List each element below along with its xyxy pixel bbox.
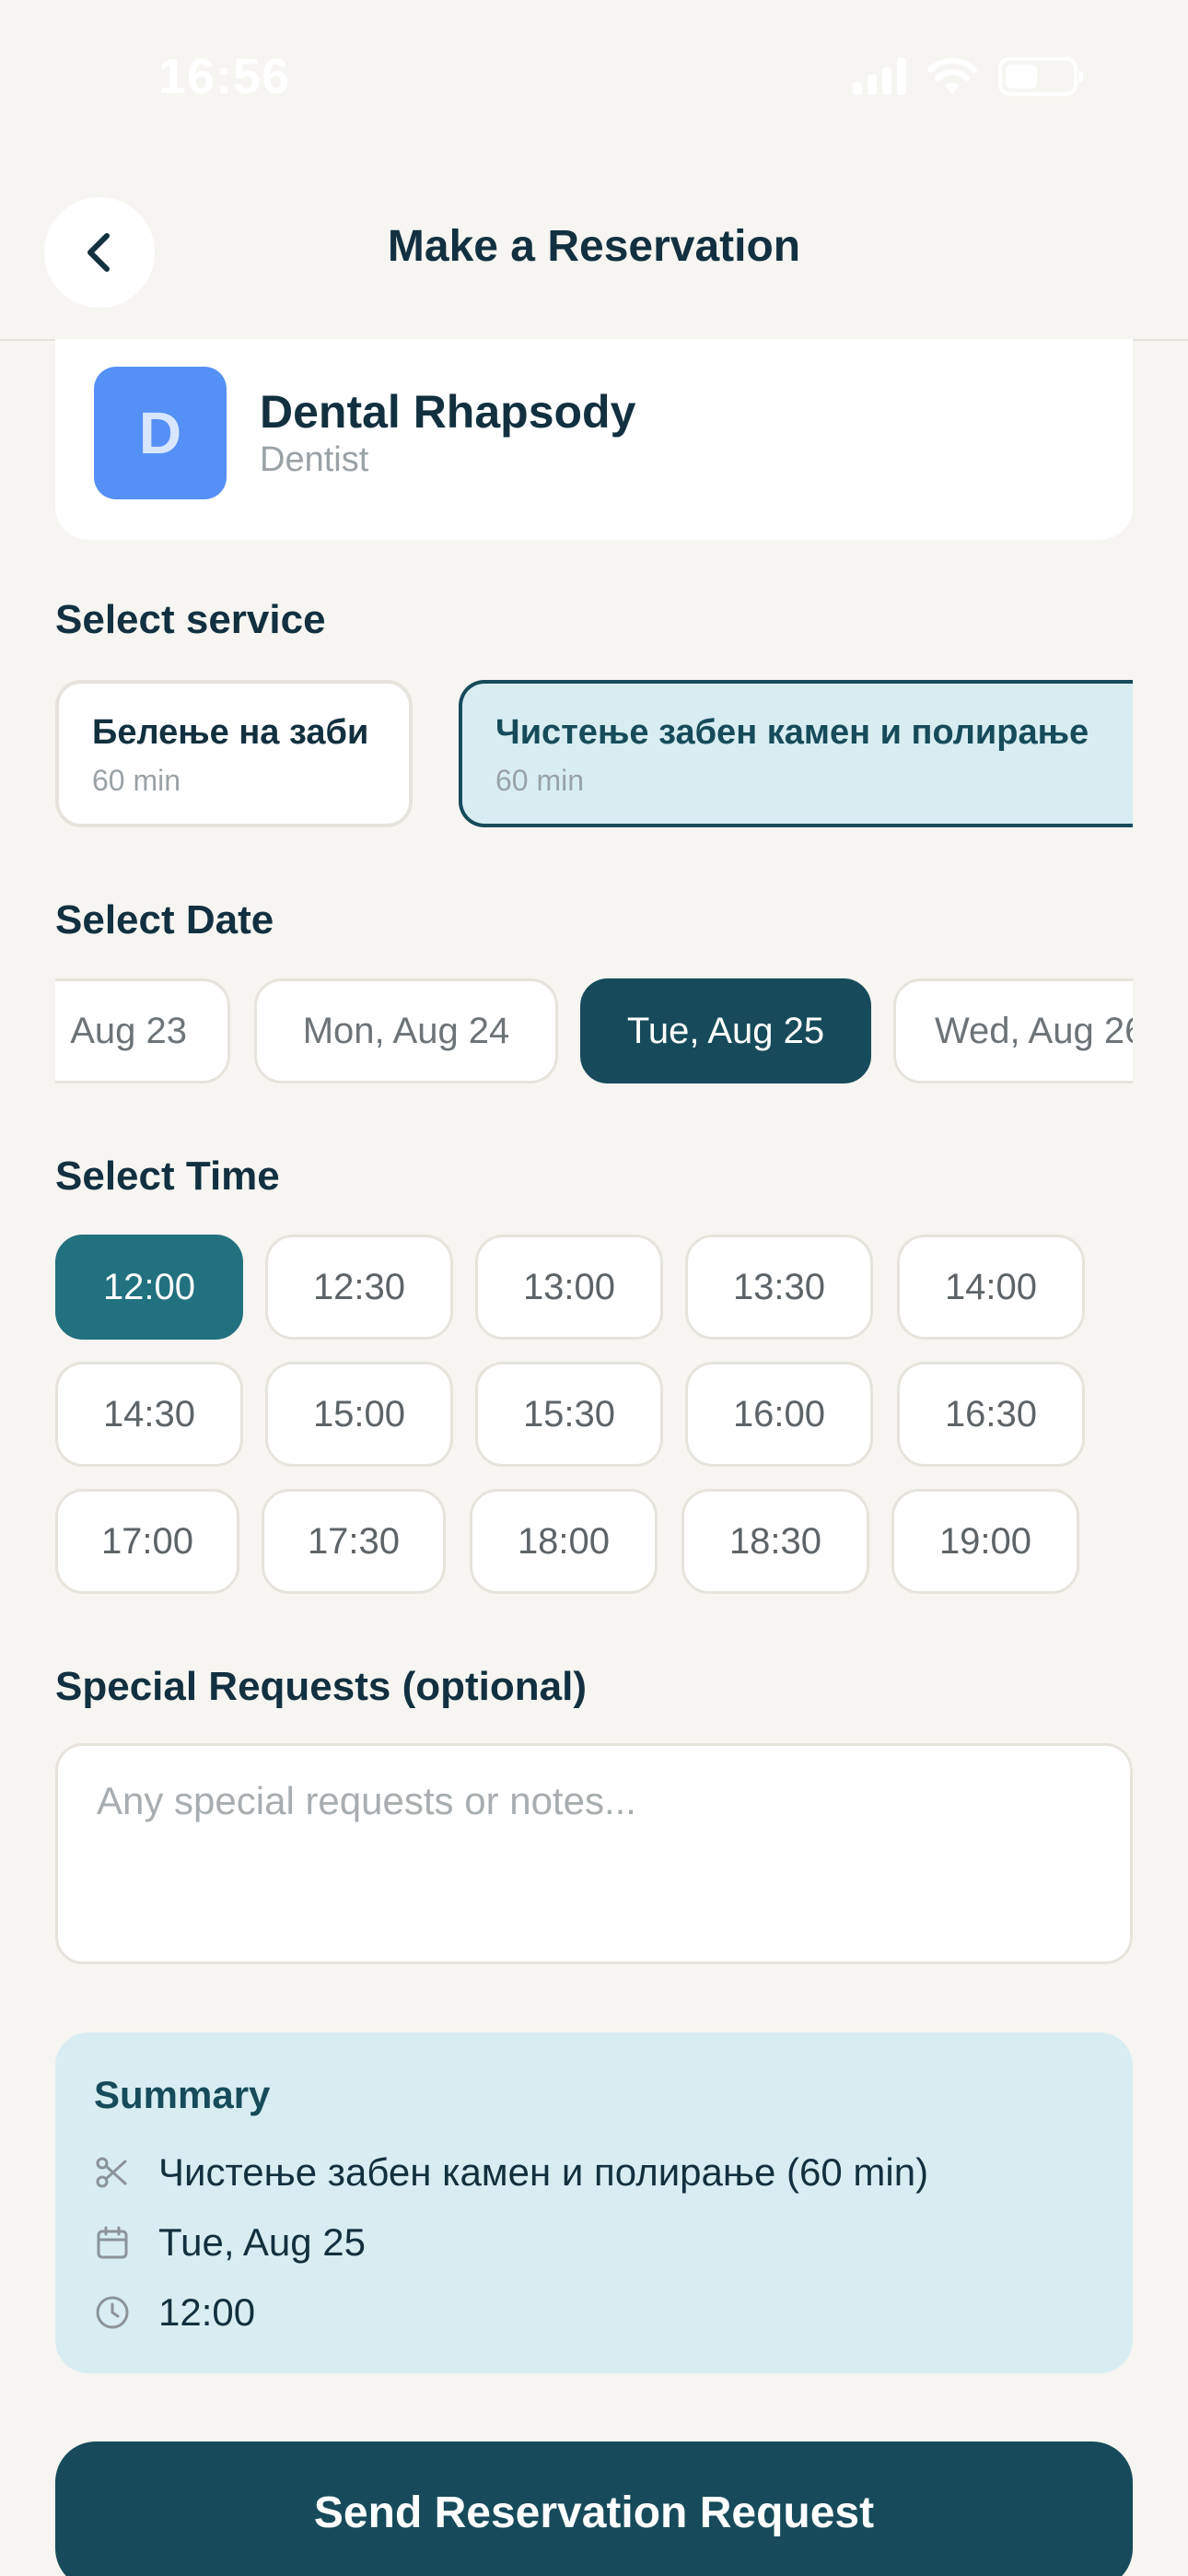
time-slot[interactable]: 15:30 [475,1362,663,1467]
status-time: 16:56 [158,49,291,104]
summary-service-row: Чистење забен камен и полирање (60 min) [94,2150,928,2195]
service-card-scaling-polishing[interactable]: Чистење забен камен и полирање 60 min [459,680,1159,827]
clock-icon [94,2294,131,2331]
time-section-title: Select Time [55,1153,280,1199]
scroll-clip-mask [1133,645,1188,848]
special-requests-input[interactable] [55,1743,1133,1964]
summary-date: Tue, Aug 25 [158,2220,366,2264]
signal-icon [853,58,906,95]
status-icons [853,57,1083,96]
time-slot[interactable]: 13:30 [685,1235,873,1340]
page-title: Make a Reservation [387,222,801,271]
date-pill-selected[interactable]: Tue, Aug 25 [580,978,871,1083]
summary-service: Чистење забен камен и полирање (60 min) [158,2150,929,2194]
time-slot[interactable]: 16:00 [685,1362,873,1467]
summary-time-row: 12:00 [94,2290,255,2335]
service-card-teeth-whitening[interactable]: Белење на заби 60 min [55,680,413,827]
time-slot[interactable]: 12:30 [265,1235,453,1340]
service-duration: 60 min [92,764,181,797]
scissors-icon [94,2154,131,2191]
time-slot[interactable]: 18:00 [470,1489,658,1594]
time-slot[interactable]: 15:00 [265,1362,453,1467]
time-slot[interactable]: 14:30 [55,1362,243,1467]
time-slot[interactable]: 18:30 [681,1489,869,1594]
service-duration: 60 min [495,764,585,797]
time-slot-selected[interactable]: 12:00 [55,1235,243,1340]
time-slot[interactable]: 17:30 [262,1489,446,1594]
date-pill[interactable]: Wed, Aug 26 [893,978,1133,1083]
send-reservation-button[interactable]: Send Reservation Request [55,2441,1133,2576]
summary-title: Summary [94,2073,271,2116]
service-name: Белење на заби [92,713,369,752]
battery-icon [998,57,1083,96]
service-section-title: Select service [55,597,326,642]
provider-avatar: D [94,367,227,499]
time-slot[interactable]: 14:00 [897,1235,1085,1340]
date-scroller[interactable]: Aug 23 Mon, Aug 24 Tue, Aug 25 Wed, Aug … [55,977,1133,1087]
time-slot[interactable]: 17:00 [55,1489,239,1594]
time-slot[interactable]: 13:00 [475,1235,663,1340]
wifi-icon [927,58,977,94]
calendar-icon [94,2224,131,2261]
time-slot[interactable]: 16:30 [897,1362,1085,1467]
provider-type: Dentist [260,440,369,479]
provider-name: Dental Rhapsody [260,386,636,438]
date-pill[interactable]: Aug 23 [55,978,230,1083]
summary-date-row: Tue, Aug 25 [94,2220,366,2265]
date-section-title: Select Date [55,897,274,943]
date-pill[interactable]: Mon, Aug 24 [254,978,558,1083]
time-slot[interactable]: 19:00 [891,1489,1079,1594]
summary-time: 12:00 [158,2290,256,2334]
service-name: Чистење забен камен и полирање [495,713,1089,752]
requests-section-title: Special Requests (optional) [55,1664,587,1709]
